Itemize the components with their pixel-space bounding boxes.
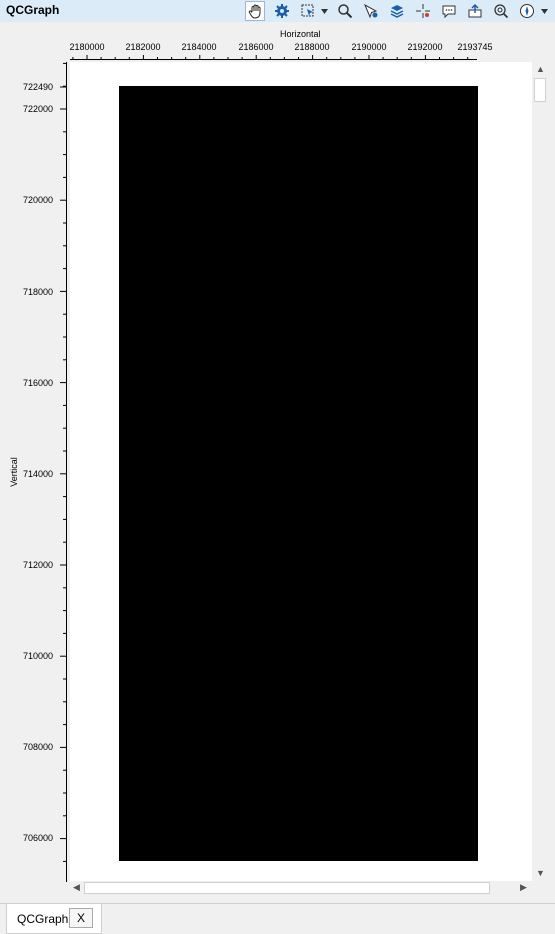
scroll-left-icon[interactable]: ◀ [73,882,80,893]
vertical-scrollbar[interactable]: ▲ ▼ [532,62,548,882]
vertical-scroll-thumb[interactable] [534,78,546,102]
scroll-up-icon[interactable]: ▲ [536,64,545,74]
horizontal-scrollbar[interactable]: ◀ ▶ [70,881,532,895]
scroll-right-icon[interactable]: ▶ [520,882,527,893]
tab-label: QCGraph [17,912,69,926]
close-tab-button[interactable]: X [69,908,93,928]
raster-data-extent [119,86,478,861]
tab-qcgraph[interactable]: QCGraph X [6,904,102,934]
horizontal-scroll-thumb[interactable] [84,882,490,894]
scroll-down-icon[interactable]: ▼ [536,868,545,878]
tab-bar: QCGraph X [0,903,555,934]
